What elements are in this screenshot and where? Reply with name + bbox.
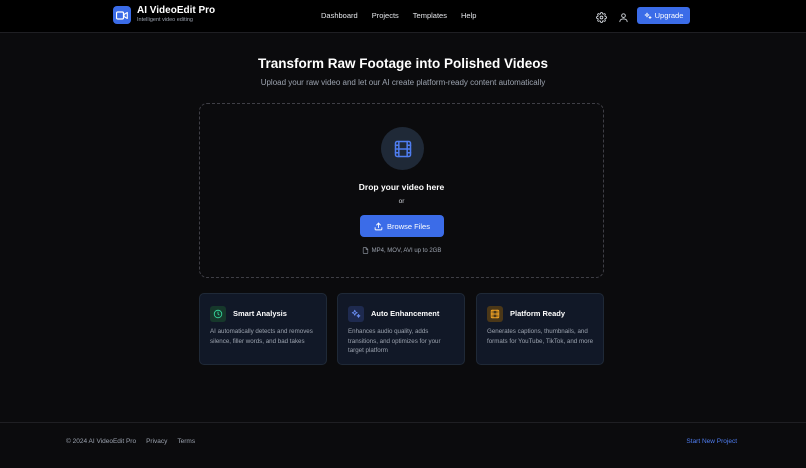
upload-dropzone[interactable]: Drop your video here or Browse Files MP4…: [199, 103, 604, 278]
supported-formats: MP4, MOV, AVI up to 2GB: [200, 247, 603, 254]
sparkles-icon: [644, 12, 652, 19]
nav-projects[interactable]: Projects: [372, 11, 399, 20]
copyright: © 2024 AI VideoEdit Pro: [66, 438, 137, 445]
feature-description: Enhances audio quality, adds transitions…: [348, 328, 441, 354]
sparkles-icon: [348, 306, 364, 322]
browse-files-label: Browse Files: [387, 221, 430, 231]
brand[interactable]: AI VideoEdit Pro Intelligent video editi…: [113, 6, 215, 24]
film-icon: [381, 127, 424, 170]
user-icon[interactable]: [618, 10, 629, 23]
feature-title: Auto Enhancement: [371, 309, 440, 318]
page-title: Transform Raw Footage into Polished Vide…: [257, 56, 549, 71]
dropzone-or: or: [398, 198, 405, 205]
formats-text: MP4, MOV, AVI up to 2GB: [371, 247, 442, 254]
upgrade-label: Upgrade: [654, 11, 684, 20]
brand-name: AI VideoEdit Pro: [137, 5, 216, 17]
nav-help[interactable]: Help: [461, 11, 476, 20]
clock-icon: [210, 306, 226, 322]
feature-description: AI automatically detects and removes sil…: [210, 328, 313, 345]
gear-icon[interactable]: [596, 10, 607, 23]
nav-templates[interactable]: Templates: [413, 11, 447, 20]
feature-card-platform-ready: Platform Ready Generates captions, thumb…: [476, 293, 604, 365]
upgrade-button[interactable]: Upgrade: [637, 7, 690, 24]
nav-dashboard[interactable]: Dashboard: [321, 11, 358, 20]
feature-title: Platform Ready: [510, 309, 566, 318]
upload-icon: [374, 222, 383, 230]
browse-files-button[interactable]: Browse Files: [360, 215, 444, 237]
top-header: AI VideoEdit Pro Intelligent video editi…: [0, 0, 806, 33]
start-new-project-link[interactable]: Start New Project: [686, 438, 737, 445]
brand-tagline: Intelligent video editing: [137, 17, 193, 24]
page-subtitle: Upload your raw video and let our AI cre…: [260, 78, 546, 87]
privacy-link[interactable]: Privacy: [146, 438, 167, 445]
feature-card-auto-enhancement: Auto Enhancement Enhances audio quality,…: [337, 293, 465, 365]
footer: © 2024 AI VideoEdit Pro Privacy Terms St…: [0, 422, 806, 468]
file-icon: [362, 247, 368, 254]
feature-card-smart-analysis: Smart Analysis AI automatically detects …: [199, 293, 327, 365]
film-icon: [487, 306, 503, 322]
feature-title: Smart Analysis: [233, 309, 287, 318]
video-camera-icon: [113, 6, 131, 24]
dropzone-title: Drop your video here: [358, 182, 445, 192]
terms-link[interactable]: Terms: [177, 438, 195, 445]
feature-description: Generates captions, thumbnails, and form…: [487, 328, 594, 345]
main-nav: Dashboard Projects Templates Help: [321, 11, 490, 20]
